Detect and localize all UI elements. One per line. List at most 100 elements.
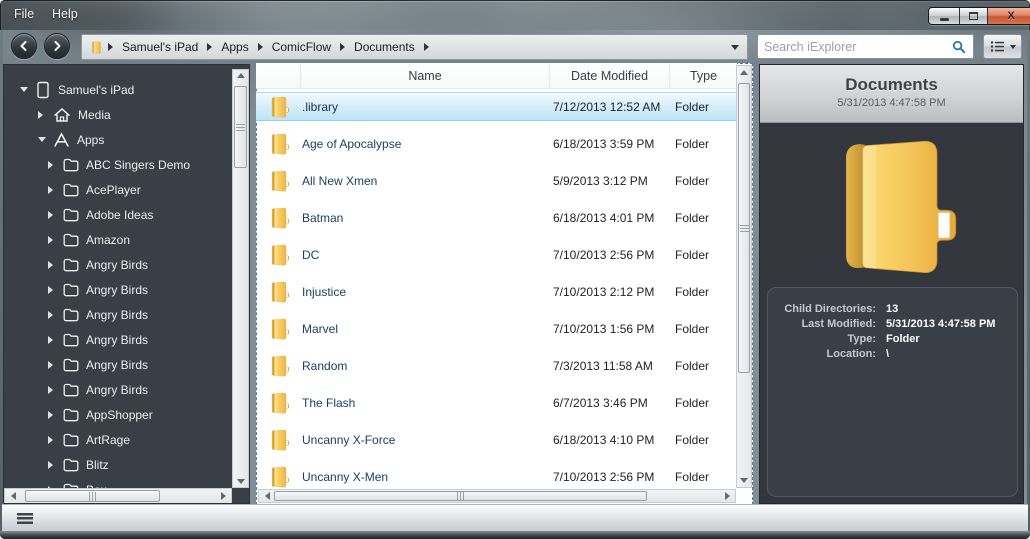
column-header-date-modified[interactable]: Date Modified [550, 63, 670, 88]
breadcrumb-item-documents[interactable]: Documents [350, 40, 419, 54]
sidebar-item-samuels-ipad[interactable]: Samuel's iPad [4, 77, 232, 102]
detail-value: 5/31/2013 4:47:58 PM [886, 318, 996, 330]
table-row[interactable]: DC 7/10/2013 2:56 PM Folder [256, 240, 737, 269]
breadcrumb-item-device[interactable]: Samuel's iPad [118, 40, 202, 54]
table-row[interactable]: Uncanny X-Force 6/18/2013 4:10 PM Folder [256, 425, 737, 454]
scroll-up-arrow[interactable] [233, 73, 248, 78]
sidebar-item-angry-birds[interactable]: Angry Birds [4, 302, 232, 327]
home-icon [53, 107, 71, 123]
scroll-right-arrow[interactable] [218, 489, 228, 503]
sidebar-item-adobe-ideas[interactable]: Adobe Ideas [4, 202, 232, 227]
back-button[interactable] [11, 33, 37, 59]
sidebar-item-amazon[interactable]: Amazon [4, 227, 232, 252]
scroll-left-arrow[interactable] [8, 489, 18, 503]
file-type: Folder [675, 210, 710, 225]
file-name: Marvel [302, 321, 339, 336]
table-row[interactable]: Random 7/3/2013 11:58 AM Folder [256, 351, 737, 380]
breadcrumb-item-apps[interactable]: Apps [217, 40, 252, 54]
scrollbar-thumb[interactable] [25, 490, 160, 502]
column-icon-spacer[interactable] [256, 63, 301, 88]
chevron-right-icon[interactable] [48, 336, 58, 344]
chevron-right-icon[interactable] [48, 311, 58, 319]
chevron-right-icon[interactable] [48, 361, 58, 369]
sidebar-item-blitz[interactable]: Blitz [4, 452, 232, 477]
file-name: Random [302, 358, 348, 373]
sidebar-vertical-scrollbar[interactable] [232, 69, 249, 488]
chevron-right-icon[interactable] [48, 286, 58, 294]
table-row[interactable]: All New Xmen 5/9/2013 3:12 PM Folder [256, 166, 737, 195]
chevron-right-icon[interactable] [48, 236, 58, 244]
column-header-name[interactable]: Name [301, 63, 550, 88]
column-headers: Name Date Modified Type [256, 63, 737, 89]
scroll-left-arrow[interactable] [262, 490, 272, 502]
table-row[interactable]: The Flash 6/7/2013 3:46 PM Folder [256, 388, 737, 417]
chevron-right-icon[interactable] [48, 436, 58, 444]
menu-icon[interactable] [17, 513, 33, 524]
filelist-vertical-scrollbar[interactable] [736, 65, 752, 488]
sidebar-item-appshopper[interactable]: AppShopper [4, 402, 232, 427]
scrollbar-thumb[interactable] [738, 83, 750, 373]
table-row[interactable]: Uncanny X-Men 7/10/2013 2:56 PM Folder [256, 462, 737, 491]
chevron-right-icon[interactable] [48, 386, 58, 394]
file-date: 7/10/2013 1:56 PM [553, 321, 655, 336]
folder-icon [256, 95, 302, 119]
breadcrumb-separator [340, 43, 346, 51]
search-input[interactable] [758, 39, 952, 54]
maximize-button[interactable] [960, 8, 988, 24]
file-type: Folder [675, 284, 710, 299]
sidebar-item-angry-birds[interactable]: Angry Birds [4, 352, 232, 377]
chevron-right-icon[interactable] [38, 111, 48, 119]
chevron-right-icon[interactable] [48, 186, 58, 194]
chevron-right-icon[interactable] [48, 161, 58, 169]
table-row[interactable]: Injustice 7/10/2013 2:12 PM Folder [256, 277, 737, 306]
sidebar-item-angry-birds[interactable]: Angry Birds [4, 252, 232, 277]
detail-label: Last Modified: [801, 318, 876, 330]
chevron-right-icon[interactable] [48, 211, 58, 219]
table-row[interactable]: Marvel 7/10/2013 1:56 PM Folder [256, 314, 737, 343]
sidebar-item-apps[interactable]: Apps [4, 127, 232, 152]
chevron-right-icon[interactable] [48, 261, 58, 269]
table-row[interactable]: .library 7/12/2013 12:52 AM Folder [256, 92, 737, 121]
breadcrumb-item-comicflow[interactable]: ComicFlow [268, 40, 335, 54]
sidebar-item-label: Angry Birds [86, 332, 149, 347]
folder-icon [90, 40, 103, 55]
chevron-right-icon[interactable] [48, 461, 58, 469]
forward-button[interactable] [44, 33, 70, 59]
chevron-down-icon[interactable] [38, 137, 48, 142]
folder-icon [63, 383, 79, 397]
view-options-button[interactable] [983, 34, 1022, 59]
sidebar-item-angry-birds[interactable]: Angry Birds [4, 277, 232, 302]
close-button[interactable]: X [988, 8, 1030, 24]
close-icon: X [1007, 9, 1015, 22]
sidebar-item-abc-singers-demo[interactable]: ABC Singers Demo [4, 152, 232, 177]
chevron-down-icon[interactable] [20, 87, 30, 92]
sidebar-item-aceplayer[interactable]: AcePlayer [4, 177, 232, 202]
sidebar-item-angry-birds[interactable]: Angry Birds [4, 327, 232, 352]
breadcrumb-dropdown-arrow[interactable] [731, 44, 739, 50]
filelist-horizontal-scrollbar[interactable] [258, 489, 736, 503]
breadcrumb-separator [207, 43, 213, 51]
minimize-button[interactable] [929, 8, 960, 24]
sidebar-item-artrage[interactable]: ArtRage [4, 427, 232, 452]
menu-help[interactable]: Help [52, 7, 78, 21]
menu-file[interactable]: File [14, 7, 34, 21]
breadcrumb-separator [423, 43, 429, 51]
scrollbar-thumb[interactable] [274, 491, 647, 501]
table-row[interactable]: Batman 6/18/2013 4:01 PM Folder [256, 203, 737, 232]
scroll-down-arrow[interactable] [233, 479, 248, 484]
table-row[interactable]: Age of Apocalypse 6/18/2013 3:59 PM Folder [256, 129, 737, 158]
sidebar-horizontal-scrollbar[interactable] [4, 488, 232, 503]
folder-icon [63, 183, 79, 197]
detail-value: \ [886, 348, 890, 360]
scroll-down-arrow[interactable] [737, 478, 751, 483]
scroll-right-arrow[interactable] [722, 490, 732, 502]
file-type: Folder [675, 173, 710, 188]
scroll-up-arrow[interactable] [737, 70, 751, 75]
preview-timestamp: 5/31/2013 4:47:58 PM [837, 97, 946, 109]
search-icon[interactable] [952, 40, 966, 54]
column-header-type[interactable]: Type [670, 63, 737, 88]
chevron-right-icon[interactable] [48, 411, 58, 419]
sidebar-item-angry-birds[interactable]: Angry Birds [4, 377, 232, 402]
scrollbar-thumb[interactable] [234, 86, 247, 168]
sidebar-item-media[interactable]: Media [4, 102, 232, 127]
